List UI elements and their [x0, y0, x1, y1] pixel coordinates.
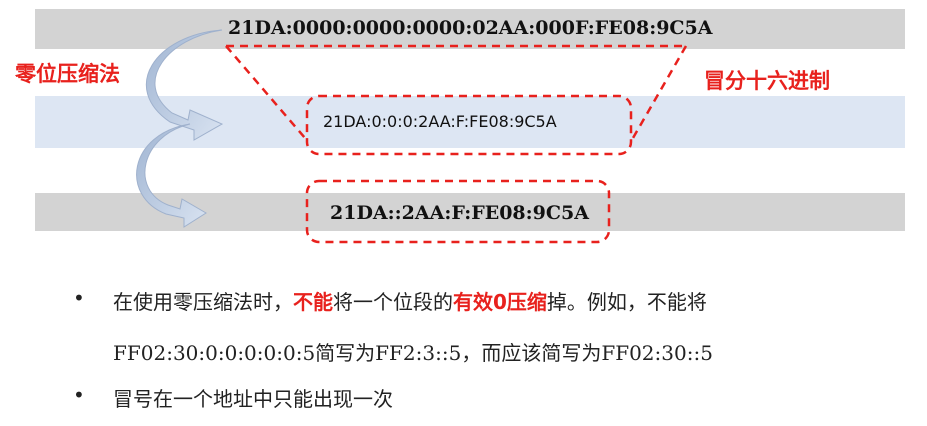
- example-full-address: FF02:30:0:0:0:0:0:5: [113, 341, 316, 365]
- bullet1-emphasis-cannot: 不能: [293, 290, 333, 314]
- example-correct-address: FF02:30::5: [601, 341, 713, 365]
- compressed-address-text: 21DA::2AA:F:FE08:9C5A: [330, 202, 589, 224]
- compact-address-text: 21DA:0:0:0:2AA:F:FE08:9C5A: [323, 112, 557, 131]
- example-wrong-address: FF2:3::5: [375, 341, 462, 365]
- curved-arrow-upper-icon: [146, 29, 224, 141]
- full-address-text: 21DA:0000:0000:0000:02AA:000F:FE08:9C5A: [228, 17, 713, 39]
- bullet1-text-c: 掉。例如，不能将: [546, 290, 707, 314]
- colon-hex-label: 冒分十六进制: [704, 69, 830, 93]
- zero-compression-label: 零位压缩法: [15, 62, 120, 86]
- example-text-b: ，而应该简写为: [461, 341, 602, 365]
- bullet1-text-b: 将一个位段的: [333, 290, 453, 314]
- bullet-dot-2: •: [73, 383, 85, 407]
- bullet-dot-1: •: [73, 286, 85, 310]
- bullet-line-1: 在使用零压缩法时，不能将一个位段的有效0压缩掉。例如，不能将: [113, 286, 707, 315]
- bullet1-emphasis-valid-zero: 有效0压缩: [453, 290, 547, 314]
- example-text-a: 简写为: [315, 341, 376, 365]
- bullet-line-2: 冒号在一个地址中只能出现一次: [113, 387, 393, 411]
- bullet1-text-a: 在使用零压缩法时，: [113, 290, 293, 314]
- bullet-line-1-cont: FF02:30:0:0:0:0:0:5简写为FF2:3::5，而应该简写为FF0…: [113, 337, 713, 366]
